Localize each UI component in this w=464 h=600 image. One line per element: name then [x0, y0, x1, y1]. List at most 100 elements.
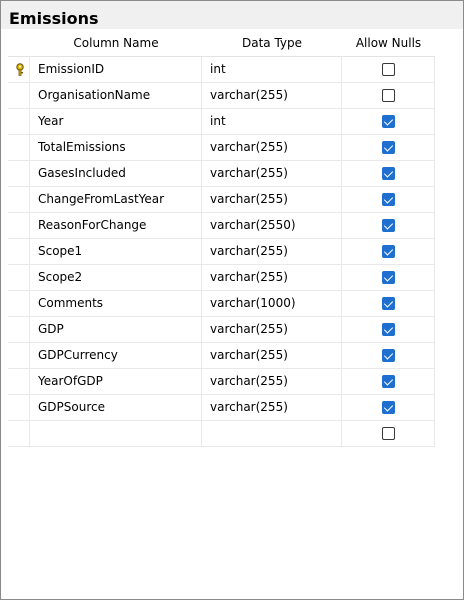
data-type-cell[interactable]: varchar(1000)	[202, 291, 342, 316]
allow-nulls-cell	[342, 57, 435, 82]
column-name-text: TotalEmissions	[38, 140, 126, 154]
row-selector[interactable]	[8, 265, 30, 290]
row-selector[interactable]	[8, 83, 30, 108]
allow-nulls-checkbox[interactable]	[382, 245, 395, 258]
column-name-cell[interactable]: EmissionID	[30, 57, 202, 82]
table-row[interactable]: TotalEmissions varchar(255)	[8, 135, 435, 161]
row-selector[interactable]	[8, 109, 30, 134]
data-type-cell[interactable]: int	[202, 109, 342, 134]
table-row[interactable]: Scope2 varchar(255)	[8, 265, 435, 291]
grid-header: Column Name Data Type Allow Nulls	[8, 31, 435, 57]
table-row[interactable]: GDPSource varchar(255)	[8, 395, 435, 421]
data-type-cell[interactable]: varchar(255)	[202, 395, 342, 420]
row-selector[interactable]	[8, 213, 30, 238]
allow-nulls-checkbox[interactable]	[382, 427, 395, 440]
column-name-cell[interactable]: YearOfGDP	[30, 369, 202, 394]
data-type-cell[interactable]: varchar(255)	[202, 83, 342, 108]
data-type-cell[interactable]: varchar(255)	[202, 317, 342, 342]
table-row[interactable]: OrganisationName varchar(255)	[8, 83, 435, 109]
table-row[interactable]: GDP varchar(255)	[8, 317, 435, 343]
title-bar: Emissions	[1, 1, 463, 29]
row-selector[interactable]	[8, 239, 30, 264]
column-name-cell[interactable]: Comments	[30, 291, 202, 316]
column-name-text: GasesIncluded	[38, 166, 126, 180]
column-name-cell[interactable]: ChangeFromLastYear	[30, 187, 202, 212]
column-grid: Column Name Data Type Allow Nulls Emissi…	[8, 31, 435, 447]
table-row[interactable]: GasesIncluded varchar(255)	[8, 161, 435, 187]
row-selector[interactable]	[8, 317, 30, 342]
data-type-header[interactable]: Data Type	[202, 31, 342, 56]
row-selector[interactable]	[8, 343, 30, 368]
data-type-cell[interactable]: varchar(2550)	[202, 213, 342, 238]
row-selector[interactable]	[8, 161, 30, 186]
table-row[interactable]: Scope1 varchar(255)	[8, 239, 435, 265]
primary-key-icon	[16, 63, 24, 76]
allow-nulls-checkbox[interactable]	[382, 271, 395, 284]
allow-nulls-checkbox[interactable]	[382, 401, 395, 414]
data-type-cell[interactable]: varchar(255)	[202, 369, 342, 394]
column-name-cell[interactable]: TotalEmissions	[30, 135, 202, 160]
data-type-cell[interactable]: int	[202, 57, 342, 82]
row-selector[interactable]	[8, 421, 30, 446]
column-name-cell[interactable]: Scope1	[30, 239, 202, 264]
column-name-cell[interactable]: ReasonForChange	[30, 213, 202, 238]
allow-nulls-checkbox[interactable]	[382, 89, 395, 102]
column-name-text: Scope1	[38, 244, 83, 258]
data-type-text: int	[210, 114, 226, 128]
column-name-cell[interactable]: OrganisationName	[30, 83, 202, 108]
data-type-text: varchar(255)	[210, 140, 288, 154]
table-row[interactable]: Comments varchar(1000)	[8, 291, 435, 317]
row-selector[interactable]	[8, 57, 30, 82]
data-type-cell[interactable]: varchar(255)	[202, 135, 342, 160]
table-row[interactable]: ReasonForChange varchar(2550)	[8, 213, 435, 239]
table-row[interactable]	[8, 421, 435, 447]
allow-nulls-checkbox[interactable]	[382, 349, 395, 362]
allow-nulls-cell	[342, 213, 435, 238]
table-row[interactable]: EmissionID int	[8, 57, 435, 83]
column-name-text: Scope2	[38, 270, 83, 284]
data-type-text: varchar(1000)	[210, 296, 296, 310]
column-name-text: OrganisationName	[38, 88, 151, 102]
column-name-cell[interactable]: GDPCurrency	[30, 343, 202, 368]
data-type-cell[interactable]	[202, 421, 342, 446]
column-name-cell[interactable]	[30, 421, 202, 446]
column-name-cell[interactable]: Scope2	[30, 265, 202, 290]
allow-nulls-checkbox[interactable]	[382, 323, 395, 336]
column-name-cell[interactable]: GDPSource	[30, 395, 202, 420]
table-designer-window: Emissions Column Name Data Type Allow Nu…	[0, 0, 464, 600]
table-row[interactable]: Year int	[8, 109, 435, 135]
column-name-cell[interactable]: GasesIncluded	[30, 161, 202, 186]
row-selector[interactable]	[8, 291, 30, 316]
allow-nulls-checkbox[interactable]	[382, 219, 395, 232]
allow-nulls-cell	[342, 343, 435, 368]
data-type-cell[interactable]: varchar(255)	[202, 187, 342, 212]
column-name-cell[interactable]: Year	[30, 109, 202, 134]
allow-nulls-checkbox[interactable]	[382, 375, 395, 388]
column-name-header[interactable]: Column Name	[30, 31, 202, 56]
data-type-cell[interactable]: varchar(255)	[202, 343, 342, 368]
row-selector[interactable]	[8, 135, 30, 160]
allow-nulls-header[interactable]: Allow Nulls	[342, 31, 435, 56]
allow-nulls-checkbox[interactable]	[382, 63, 395, 76]
allow-nulls-checkbox[interactable]	[382, 167, 395, 180]
row-selector[interactable]	[8, 369, 30, 394]
allow-nulls-checkbox[interactable]	[382, 193, 395, 206]
table-row[interactable]: YearOfGDP varchar(255)	[8, 369, 435, 395]
data-type-cell[interactable]: varchar(255)	[202, 239, 342, 264]
allow-nulls-cell	[342, 421, 435, 446]
row-selector[interactable]	[8, 395, 30, 420]
table-row[interactable]: GDPCurrency varchar(255)	[8, 343, 435, 369]
column-name-text: ChangeFromLastYear	[38, 192, 165, 206]
data-type-text: varchar(255)	[210, 166, 288, 180]
table-row[interactable]: ChangeFromLastYear varchar(255)	[8, 187, 435, 213]
data-type-cell[interactable]: varchar(255)	[202, 161, 342, 186]
allow-nulls-cell	[342, 265, 435, 290]
data-type-text: varchar(255)	[210, 400, 288, 414]
column-name-cell[interactable]: GDP	[30, 317, 202, 342]
data-type-cell[interactable]: varchar(255)	[202, 265, 342, 290]
allow-nulls-checkbox[interactable]	[382, 115, 395, 128]
row-selector[interactable]	[8, 187, 30, 212]
allow-nulls-cell	[342, 291, 435, 316]
allow-nulls-checkbox[interactable]	[382, 141, 395, 154]
allow-nulls-checkbox[interactable]	[382, 297, 395, 310]
